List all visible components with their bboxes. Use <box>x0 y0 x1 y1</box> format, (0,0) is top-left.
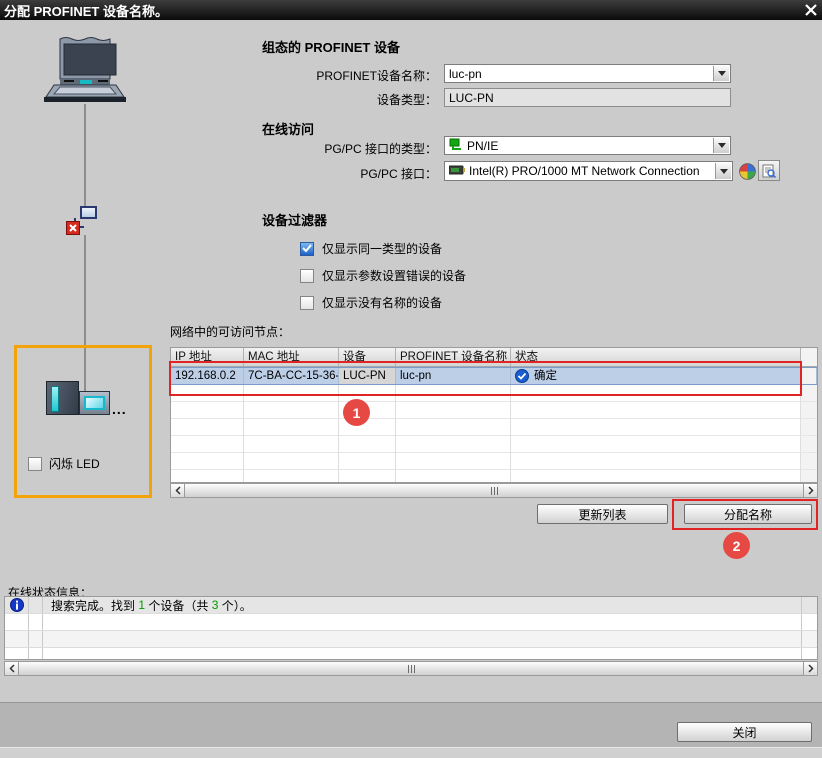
table-hscrollbar[interactable] <box>170 483 818 498</box>
hmi-device-icon <box>79 391 110 415</box>
update-list-button[interactable]: 更新列表 <box>537 504 668 524</box>
status-ok-icon <box>515 369 529 383</box>
network-cable-upper <box>84 104 86 207</box>
pnie-icon <box>449 138 463 154</box>
scroll-right-icon[interactable] <box>803 484 817 497</box>
scroll-right-icon[interactable] <box>803 662 817 675</box>
status-message: 搜索完成。找到 1 个设备（共 3 个）。 <box>43 597 801 613</box>
dialog-titlebar: 分配 PROFINET 设备名称。 <box>0 0 822 20</box>
pgpc-interface-type-combobox[interactable]: PN/IE <box>444 136 731 155</box>
pgpc-interface-value: Intel(R) PRO/1000 MT Network Connection <box>469 164 700 178</box>
scroll-left-icon[interactable] <box>5 662 19 675</box>
online-status-list: 搜索完成。找到 1 个设备（共 3 个）。 <box>4 596 818 660</box>
info-icon <box>5 597 29 613</box>
flash-led-label: 闪烁 LED <box>49 455 100 472</box>
col-ip-header[interactable]: IP 地址 <box>171 348 244 366</box>
filter-bad-params-checkbox[interactable] <box>300 269 314 283</box>
total-count: 3 <box>212 598 219 612</box>
status-message-text: 搜索完成。找到 <box>51 597 138 614</box>
close-button-label: 关闭 <box>732 724 756 741</box>
profinet-name-value: luc-pn <box>449 67 482 81</box>
device-highlight-box <box>14 345 152 498</box>
table-empty-row <box>171 402 817 419</box>
status-message-text: 个设备（共 <box>145 597 212 614</box>
chevron-down-icon[interactable] <box>715 163 731 179</box>
filter-no-name-checkbox[interactable] <box>300 296 314 310</box>
status-empty-row <box>5 631 817 648</box>
accessible-nodes-table: IP 地址 MAC 地址 设备 PROFINET 设备名称 状态 192.168… <box>170 347 818 483</box>
device-filter-heading: 设备过滤器 <box>262 210 327 229</box>
dialog-title: 分配 PROFINET 设备名称。 <box>4 1 168 20</box>
col-extra <box>801 348 817 366</box>
plc-device-icon <box>46 381 79 415</box>
col-device-header[interactable]: 设备 <box>339 348 396 366</box>
col-status-header[interactable]: 状态 <box>511 348 801 366</box>
table-empty-row <box>171 453 817 470</box>
table-empty-row <box>171 470 817 483</box>
device-type-value: LUC-PN <box>449 91 494 105</box>
network-adapter-icon <box>449 164 465 179</box>
cell-ip: 192.168.0.2 <box>171 368 244 384</box>
update-list-label: 更新列表 <box>578 506 626 523</box>
pgpc-interface-type-value: PN/IE <box>467 139 498 153</box>
profinet-name-label: PROFINET设备名称： <box>150 67 437 84</box>
security-shield-icon <box>739 163 756 183</box>
status-empty-row <box>5 648 817 660</box>
table-row-device[interactable]: 192.168.0.2 7C-BA-CC-15-36-90 LUC-PN luc… <box>171 367 817 385</box>
close-button[interactable]: 关闭 <box>677 722 812 742</box>
status-spacer-cell <box>29 597 43 613</box>
assign-profinet-name-dialog: 分配 PROFINET 设备名称。 ... 闪烁 LED 组态的 PROFINE… <box>0 0 822 758</box>
table-empty-row <box>171 436 817 453</box>
cell-status: 确定 <box>511 368 801 384</box>
more-devices-dots: ... <box>112 401 127 417</box>
cell-device: LUC-PN <box>339 368 396 384</box>
nodes-table-caption: 网络中的可访问节点： <box>170 323 290 340</box>
col-mac-header[interactable]: MAC 地址 <box>244 348 339 366</box>
device-type-field: LUC-PN <box>444 88 731 107</box>
col-name-header[interactable]: PROFINET 设备名称 <box>396 348 511 366</box>
scroll-left-icon[interactable] <box>171 484 185 497</box>
annotation-step2-badge: 2 <box>723 532 750 559</box>
filter-bad-params-label: 仅显示参数设置错误的设备 <box>322 267 466 284</box>
status-message-row[interactable]: 搜索完成。找到 1 个设备（共 3 个）。 <box>5 597 817 614</box>
assign-name-label: 分配名称 <box>724 506 772 523</box>
pgpc-interface-label: PG/PC 接口： <box>150 165 437 182</box>
configured-device-heading: 组态的 PROFINET 设备 <box>262 37 400 56</box>
annotation-step2-number: 2 <box>733 538 741 554</box>
cell-name: luc-pn <box>396 368 511 384</box>
status-ok-text: 确定 <box>534 368 557 384</box>
pgpc-interface-combobox[interactable]: Intel(R) PRO/1000 MT Network Connection <box>444 161 733 181</box>
status-right-cell <box>801 597 817 613</box>
flash-led-checkbox[interactable] <box>28 457 42 471</box>
table-hscroll-thumb[interactable] <box>185 484 803 497</box>
close-icon[interactable] <box>802 1 820 19</box>
device-type-label: 设备类型： <box>150 91 437 108</box>
status-message-text: 个）。 <box>218 597 251 614</box>
assign-name-button[interactable]: 分配名称 <box>684 504 812 524</box>
plc-display-stripe <box>51 386 59 412</box>
filter-no-name-label: 仅显示没有名称的设备 <box>322 294 442 311</box>
chevron-down-icon[interactable] <box>713 66 729 81</box>
pgpc-interface-type-label: PG/PC 接口的类型： <box>150 140 437 157</box>
accessible-devices-button[interactable] <box>758 160 780 181</box>
connection-error-icon <box>66 221 80 235</box>
status-hscroll-thumb[interactable] <box>19 662 803 675</box>
table-header-row: IP 地址 MAC 地址 设备 PROFINET 设备名称 状态 <box>171 348 817 367</box>
cell-mac: 7C-BA-CC-15-36-90 <box>244 368 339 384</box>
table-empty-row <box>171 385 817 402</box>
laptop-icon <box>44 36 126 109</box>
chevron-down-icon[interactable] <box>713 138 729 153</box>
profinet-name-combobox[interactable]: luc-pn <box>444 64 731 83</box>
table-empty-row <box>171 419 817 436</box>
status-hscrollbar[interactable] <box>4 661 818 676</box>
found-count: 1 <box>138 598 145 612</box>
online-access-heading: 在线访问 <box>262 119 314 138</box>
filter-same-type-label: 仅显示同一类型的设备 <box>322 240 442 257</box>
status-empty-row <box>5 614 817 631</box>
hmi-screen <box>84 396 105 410</box>
bottom-strip <box>0 747 822 758</box>
filter-same-type-checkbox[interactable] <box>300 242 314 256</box>
